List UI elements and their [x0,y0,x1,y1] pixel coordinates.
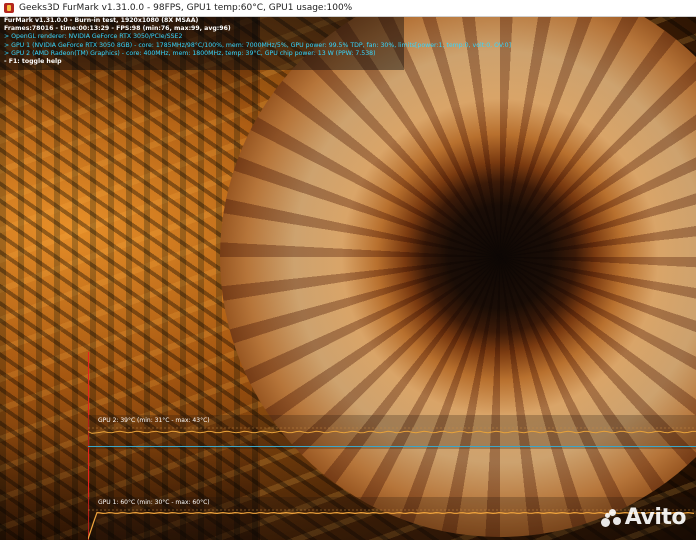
avito-watermark-text: Avito [625,505,686,530]
hud-line-help: - F1: toggle help [4,58,404,66]
graph-separator [88,446,696,447]
gpu2-temp-graph: GPU 2: 39°C (min: 31°C - max: 43°C) [88,415,696,449]
fur-donut-render [220,17,696,537]
avito-watermark: Avito [601,505,686,530]
furmark-icon [4,3,14,13]
hud-line-gpu1: > GPU 1 (NVIDIA GeForce RTX 3050 8GB) - … [4,42,404,50]
hud-overlay: FurMark v1.31.0.0 - Burn-in test, 1920x1… [0,17,404,70]
hud-line-title: FurMark v1.31.0.0 - Burn-in test, 1920x1… [4,17,404,25]
gpu2-temp-plot [88,415,696,449]
hud-line-frames: Frames:78016 - time:00:13:29 - FPS:98 (m… [4,25,404,33]
hud-line-renderer: > OpenGL renderer: NVIDIA GeForce RTX 30… [4,33,404,41]
title-bar[interactable]: Geeks3D FurMark v1.31.0.0 - 98FPS, GPU1 … [0,0,696,17]
gpu2-temp-curve [88,431,696,433]
hud-line-gpu2: > GPU 2 (AMD Radeon(TM) Graphics) - core… [4,50,404,58]
window-title: Geeks3D FurMark v1.31.0.0 - 98FPS, GPU1 … [19,3,352,13]
avito-logo-icon [601,509,621,527]
render-viewport: FurMark v1.31.0.0 - Burn-in test, 1920x1… [0,17,696,540]
